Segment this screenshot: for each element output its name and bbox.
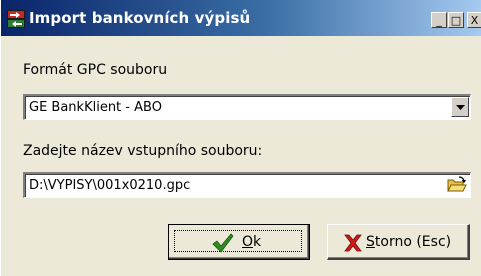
format-label: Formát GPC souboru — [23, 62, 168, 78]
format-select[interactable]: GE BankKlient - ABO — [23, 94, 471, 120]
ok-label: Ok — [242, 234, 261, 250]
cancel-mnemonic: S — [366, 234, 375, 250]
focus-indicator — [174, 230, 302, 252]
cancel-button[interactable]: Storno (Esc) — [327, 224, 470, 260]
dropdown-button[interactable] — [451, 97, 469, 117]
maximize-button[interactable]: □ — [448, 12, 464, 28]
checkmark-icon — [212, 233, 234, 253]
file-path-input[interactable]: D:\VYPISY\001x0210.gpc — [23, 172, 471, 198]
cancel-label-rest: torno (Esc) — [374, 234, 452, 250]
ok-mnemonic: O — [242, 234, 254, 250]
close-button[interactable]: X — [467, 12, 481, 28]
import-dialog-window: Import bankovních výpisů _ □ X Formát GP… — [0, 0, 481, 276]
app-icon — [7, 10, 25, 28]
minimize-button[interactable]: _ — [431, 12, 447, 28]
open-folder-icon[interactable] — [446, 175, 468, 195]
file-path-value: D:\VYPISY\001x0210.gpc — [29, 178, 191, 193]
red-x-icon — [342, 233, 364, 253]
chevron-down-icon — [456, 105, 465, 110]
window-title: Import bankovních výpisů — [29, 9, 251, 27]
title-bar[interactable]: Import bankovních výpisů _ □ X — [1, 0, 481, 36]
cancel-label: Storno (Esc) — [366, 234, 451, 250]
ok-button[interactable]: Ok — [168, 224, 310, 260]
file-label: Zadejte název vstupního souboru: — [23, 143, 263, 159]
ok-label-rest: k — [253, 234, 262, 250]
format-selected-value: GE BankKlient - ABO — [29, 100, 162, 115]
